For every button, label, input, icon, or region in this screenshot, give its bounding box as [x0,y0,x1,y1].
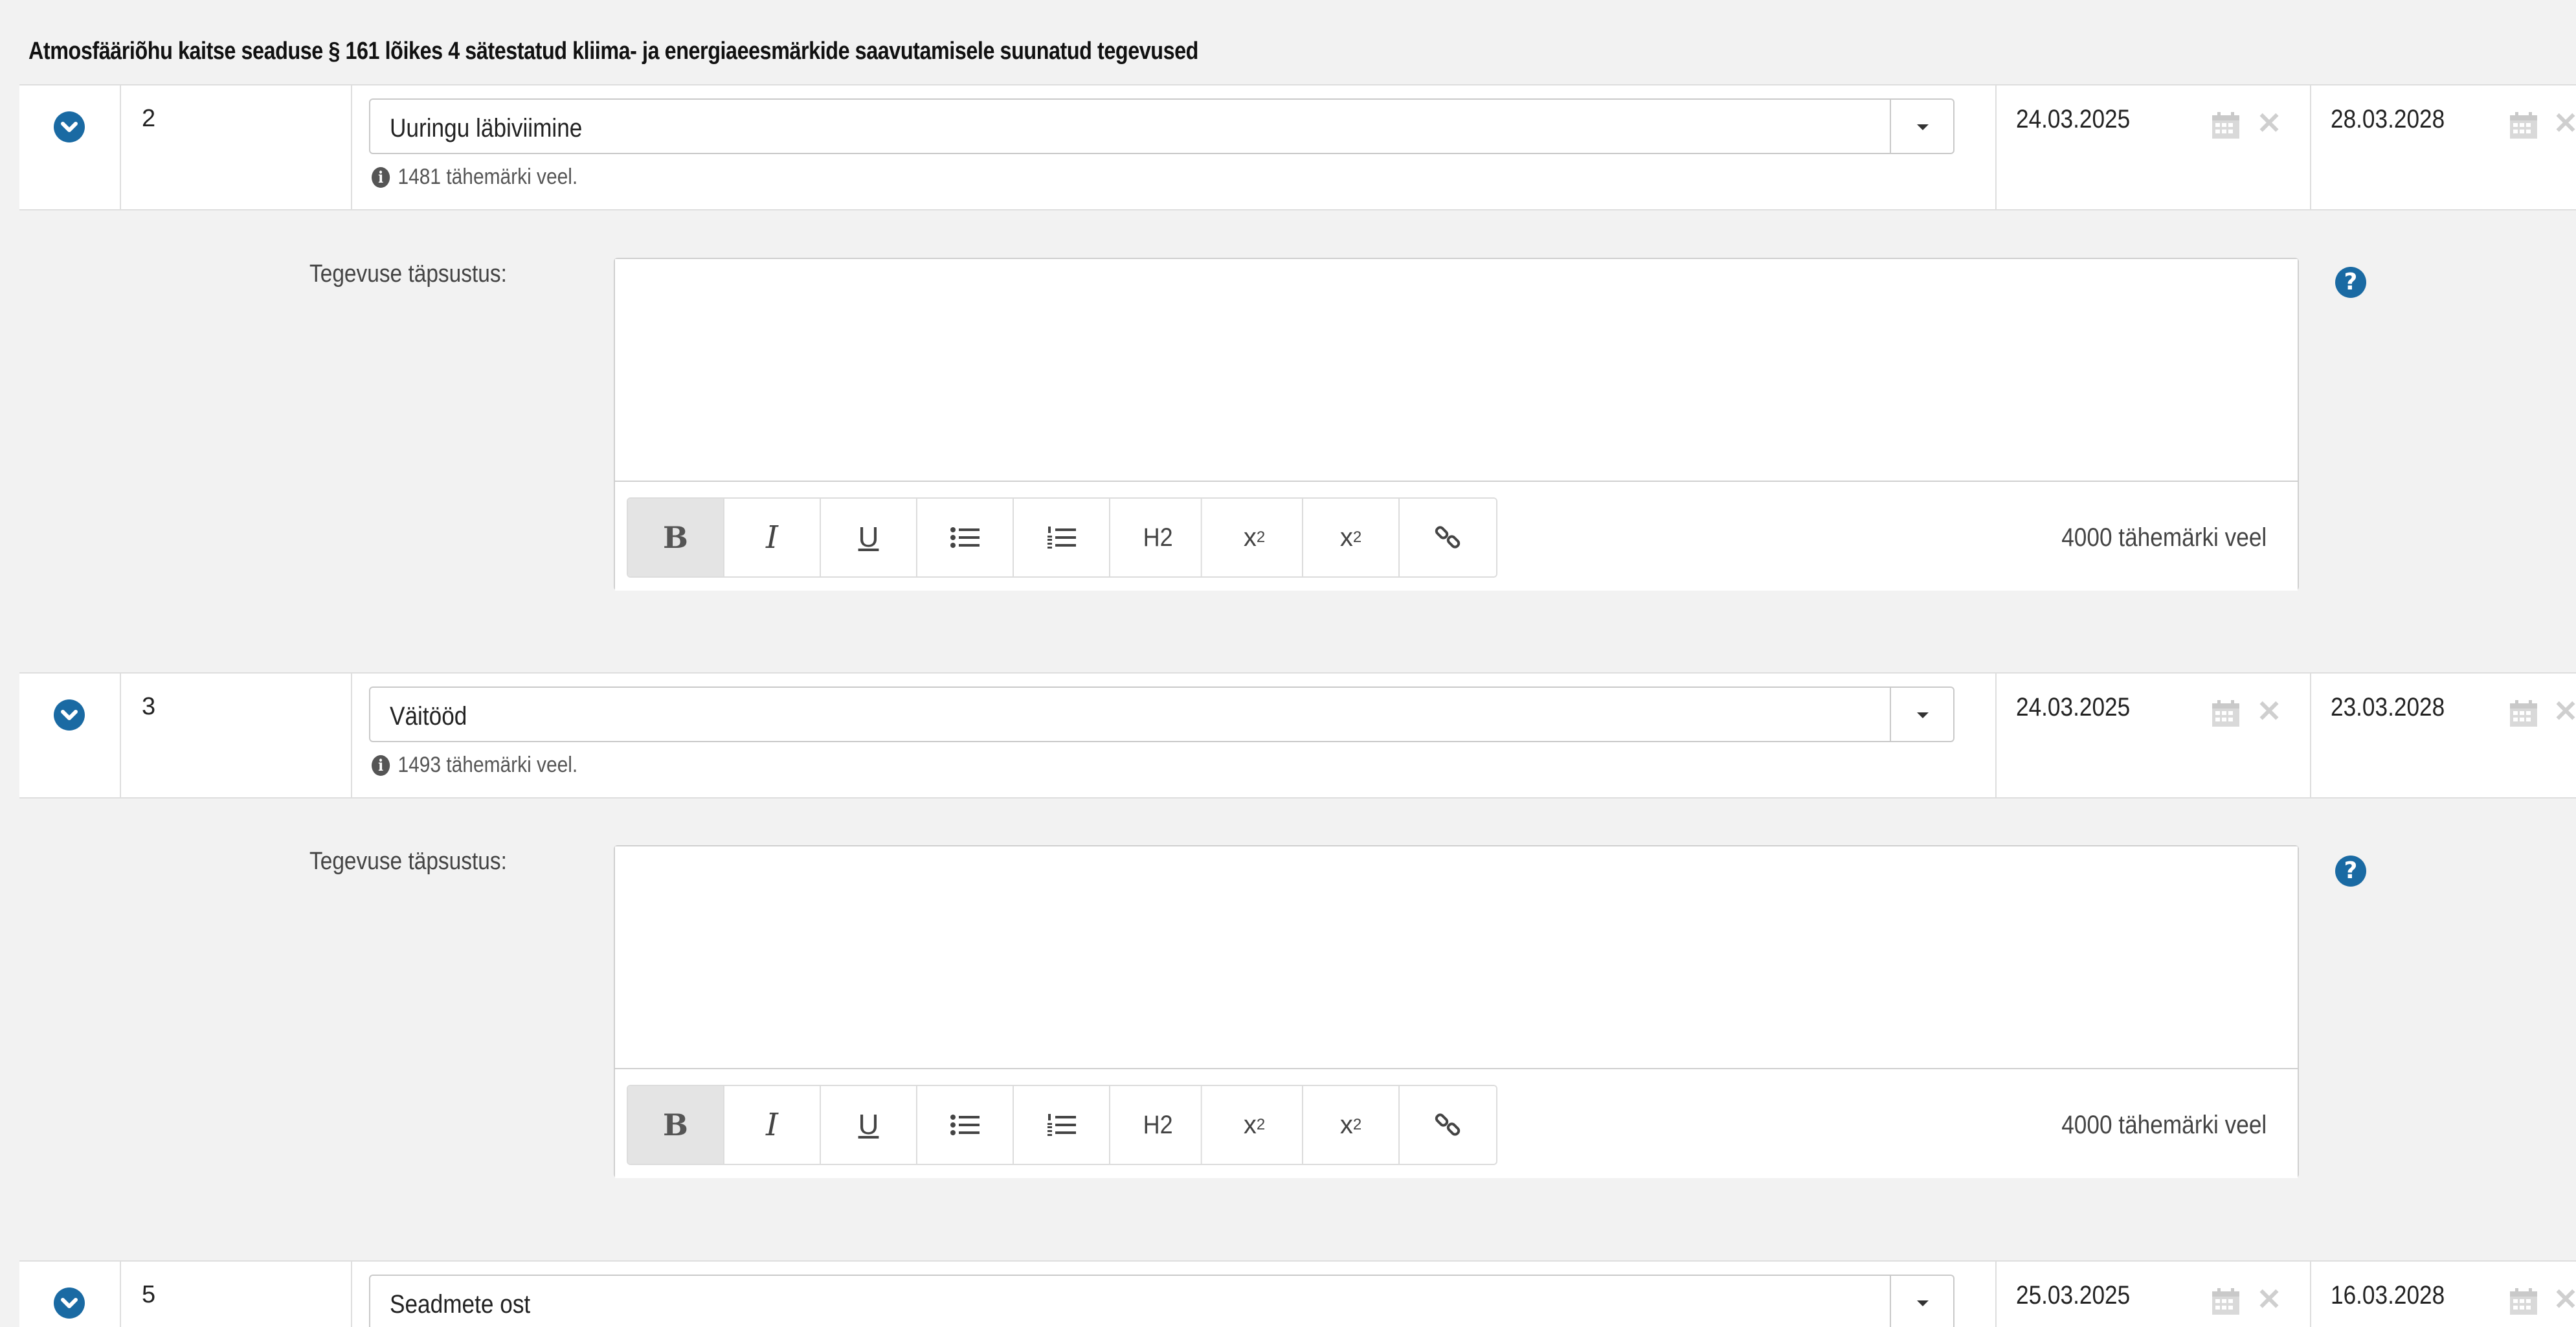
calendar-icon[interactable] [2211,1287,2241,1316]
start-date-cell: 24.03.2025 ✕ [1995,85,2310,209]
start-date-input[interactable]: 24.03.2025 [2016,105,2130,134]
row-number: 3 [142,693,156,720]
detail-label: Tegevuse täpsustus: [309,260,507,288]
bullet-list-button[interactable] [917,499,1014,576]
editor-toolbar: B I U H2 x2 x2 4000 tähemärki veel [615,1071,2298,1178]
activity-select-value: Seadmete ost [390,1290,531,1319]
link-button[interactable] [1400,1086,1496,1164]
numbered-list-button[interactable] [1014,499,1110,576]
format-button-group: B I U H2 x2 x2 [627,1085,1497,1165]
activity-row: 3 Väitööd i 1493 tähemärki veel. 24.03.2… [19,672,2576,799]
info-circle-icon: i [372,166,390,188]
chevron-down-circle-icon[interactable] [54,111,85,142]
link-icon [1435,1113,1460,1136]
activity-select[interactable]: Väitööd [369,686,1954,742]
chevron-down-circle-icon[interactable] [54,1287,85,1319]
link-icon [1435,526,1460,549]
end-date-cell: 23.03.2028 ✕ [2310,674,2576,797]
heading-2-button[interactable]: H2 [1115,499,1202,576]
end-date-cell: 28.03.2028 ✕ [2310,85,2576,209]
chars-left-hint: i 1481 tähemärki veel. [372,164,577,190]
question-circle-icon[interactable]: ? [2335,267,2366,298]
subscript-button[interactable]: x2 [1207,499,1303,576]
chevron-down-circle-icon[interactable] [54,699,85,731]
toggle-cell [19,1262,120,1327]
clear-date-icon[interactable]: ✕ [2553,108,2576,138]
clear-date-icon[interactable]: ✕ [2256,696,2282,726]
activity-cell: Seadmete ost [351,1262,1995,1327]
numbered-list-icon [1047,527,1076,549]
row-number: 5 [142,1281,156,1308]
editor-chars-left: 4000 tähemärki veel [2061,1111,2267,1139]
numbered-list-icon [1047,1114,1076,1136]
detail-label: Tegevuse täpsustus: [309,848,507,875]
start-date-input[interactable]: 24.03.2025 [2016,693,2130,722]
row-number: 2 [142,105,156,132]
subscript-button[interactable]: x2 [1207,1086,1303,1164]
activity-select[interactable]: Uuringu läbiviimine [369,98,1954,154]
chars-left-text: 1481 tähemärki veel. [398,164,578,189]
detail-editor: B I U H2 x2 x2 4000 tähemärki veel [614,258,2299,591]
detail-textarea[interactable] [615,259,2298,482]
calendar-icon[interactable] [2509,1287,2538,1316]
info-circle-icon: i [372,754,390,776]
end-date-input[interactable]: 16.03.2028 [2331,1281,2445,1310]
superscript-button[interactable]: x2 [1303,499,1400,576]
clear-date-icon[interactable]: ✕ [2553,1284,2576,1314]
activity-select-value: Väitööd [390,702,467,731]
activity-row: 2 Uuringu läbiviimine i 1481 tähemärki v… [19,84,2576,210]
caret-down-icon[interactable] [1890,688,1953,741]
detail-textarea[interactable] [615,846,2298,1069]
number-cell: 5 [120,1262,351,1327]
activity-select[interactable]: Seadmete ost [369,1275,1954,1327]
end-date-cell: 16.03.2028 ✕ [2310,1262,2576,1327]
underline-button[interactable]: U [821,1086,917,1164]
bullet-list-icon [950,1115,980,1135]
toggle-cell [19,85,120,209]
editor-toolbar: B I U H2 x2 x2 4000 tähemärki veel [615,483,2298,591]
clear-date-icon[interactable]: ✕ [2256,1284,2282,1314]
toggle-cell [19,674,120,797]
section-title: Atmosfääriõhu kaitse seaduse § 161 lõike… [28,38,1198,65]
editor-chars-left: 4000 tähemärki veel [2061,523,2267,552]
question-circle-icon[interactable]: ? [2335,856,2366,887]
start-date-input[interactable]: 25.03.2025 [2016,1281,2130,1310]
calendar-icon[interactable] [2211,699,2241,728]
number-cell: 2 [120,85,351,209]
start-date-cell: 24.03.2025 ✕ [1995,674,2310,797]
clear-date-icon[interactable]: ✕ [2256,108,2282,138]
activity-cell: Uuringu läbiviimine i 1481 tähemärki vee… [351,85,1995,209]
calendar-icon[interactable] [2509,699,2538,728]
calendar-icon[interactable] [2509,111,2538,140]
chars-left-text: 1493 tähemärki veel. [398,753,578,777]
start-date-cell: 25.03.2025 ✕ [1995,1262,2310,1327]
link-button[interactable] [1400,499,1496,576]
bold-button[interactable]: B [628,1086,724,1164]
bullet-list-button[interactable] [917,1086,1014,1164]
activity-row: 5 Seadmete ost 25.03.2025 ✕ 16.03.2028 ✕ [19,1260,2576,1327]
italic-button[interactable]: I [724,499,821,576]
activity-select-value: Uuringu läbiviimine [390,114,583,142]
caret-down-icon[interactable] [1890,1276,1953,1327]
clear-date-icon[interactable]: ✕ [2553,696,2576,726]
format-button-group: B I U H2 x2 x2 [627,497,1497,578]
bold-button[interactable]: B [628,499,724,576]
end-date-input[interactable]: 23.03.2028 [2331,693,2445,722]
activity-cell: Väitööd i 1493 tähemärki veel. [351,674,1995,797]
page: Atmosfääriõhu kaitse seaduse § 161 lõike… [0,0,2576,1327]
bullet-list-icon [950,527,980,548]
underline-button[interactable]: U [821,499,917,576]
calendar-icon[interactable] [2211,111,2241,140]
detail-editor: B I U H2 x2 x2 4000 tähemärki veel [614,845,2299,1178]
number-cell: 3 [120,674,351,797]
superscript-button[interactable]: x2 [1303,1086,1400,1164]
italic-button[interactable]: I [724,1086,821,1164]
heading-2-button[interactable]: H2 [1115,1086,1202,1164]
caret-down-icon[interactable] [1890,100,1953,153]
chars-left-hint: i 1493 tähemärki veel. [372,753,577,778]
end-date-input[interactable]: 28.03.2028 [2331,105,2445,134]
numbered-list-button[interactable] [1014,1086,1110,1164]
